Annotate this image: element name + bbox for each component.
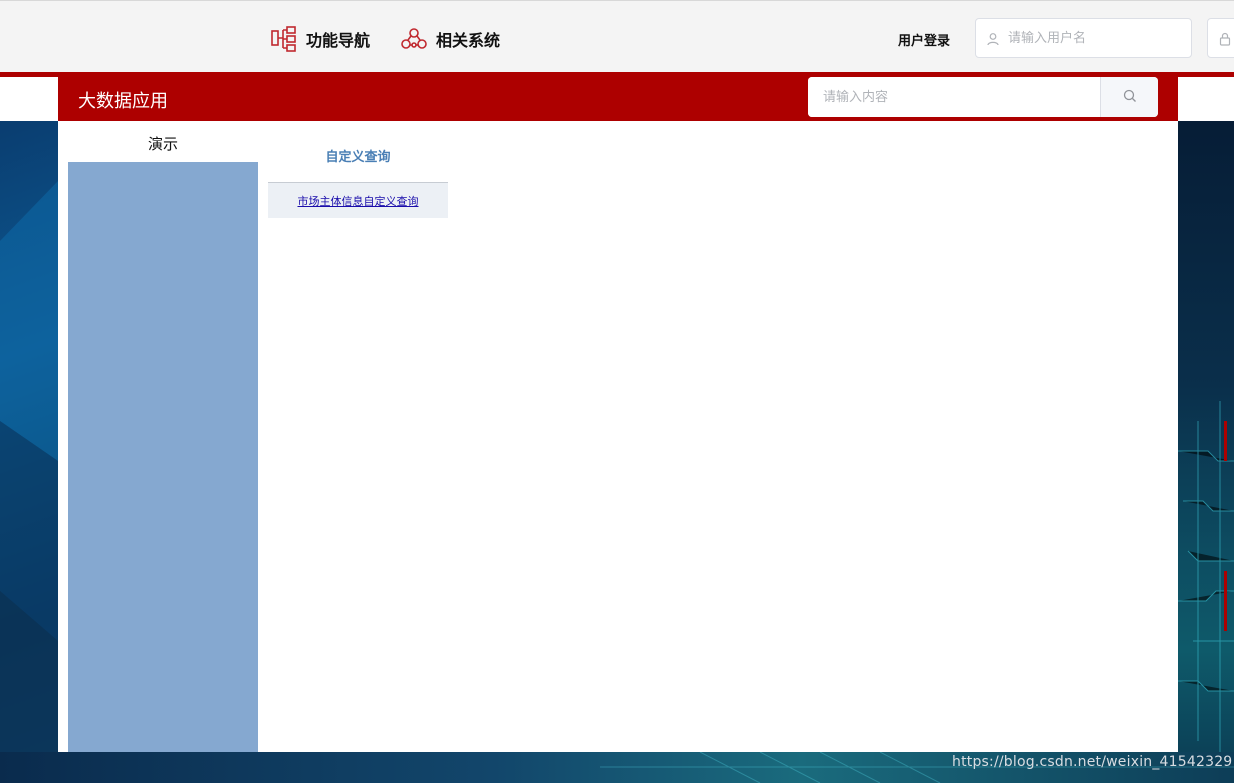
password-field[interactable]: [1207, 18, 1234, 58]
user-icon: [986, 31, 1000, 46]
nav-related-systems-label: 相关系统: [436, 31, 501, 50]
search-box[interactable]: [808, 77, 1158, 117]
username-input[interactable]: [1006, 29, 1160, 47]
panel-header: 大数据应用: [58, 77, 1178, 121]
sidebar-column: [68, 162, 258, 752]
hierarchy-icon: [270, 25, 298, 53]
nav-function-guide[interactable]: 功能导航: [270, 25, 370, 53]
custom-query-menu: 自定义查询 市场主体信息自定义查询: [268, 149, 448, 218]
search-icon: [1123, 88, 1137, 107]
user-login-label: 用户登录: [898, 34, 951, 49]
watermark-text: https://blog.csdn.net/weixin_41542329: [952, 754, 1233, 770]
background-image-bottom: https://blog.csdn.net/weixin_41542329: [0, 752, 1234, 783]
market-entity-query-link[interactable]: 市场主体信息自定义查询: [298, 193, 419, 209]
menu-item[interactable]: 市场主体信息自定义查询: [268, 183, 448, 218]
background-image-left: [0, 121, 58, 783]
nav-function-guide-label: 功能导航: [306, 31, 371, 50]
nav-related-systems[interactable]: 相关系统: [400, 25, 500, 53]
sidebar-title: 演示: [147, 135, 178, 153]
search-button[interactable]: [1100, 77, 1158, 117]
username-field[interactable]: [975, 18, 1192, 58]
nodes-cluster-icon: [400, 25, 428, 53]
search-input[interactable]: [808, 77, 1100, 117]
background-image-right: [1178, 121, 1234, 783]
page-title: 大数据应用: [78, 91, 168, 112]
top-header: 功能导航 相关系统 用户登录: [0, 0, 1234, 72]
panel-body: 演示 自定义查询 市场主体信息自定义查询: [58, 121, 1178, 752]
lock-icon: [1218, 31, 1232, 46]
menu-header: 自定义查询: [268, 149, 448, 183]
